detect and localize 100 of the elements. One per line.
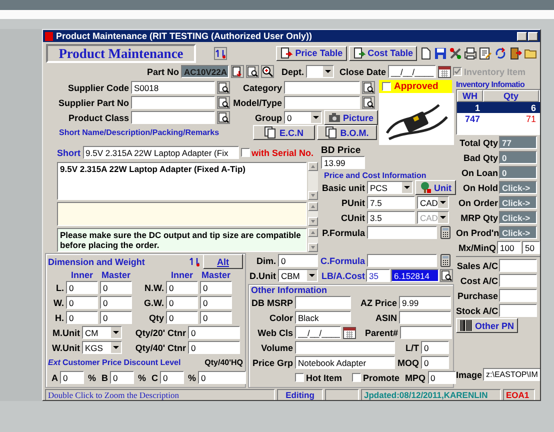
text-field[interactable]: 0 (166, 281, 198, 294)
text-field[interactable] (399, 311, 451, 324)
text-field[interactable]: 3.5 (367, 211, 415, 224)
dropdown-field[interactable]: KGS (82, 341, 122, 354)
text-field[interactable]: 0 (100, 281, 132, 294)
text-field[interactable]: 0 (499, 151, 537, 164)
description-field[interactable]: 9.5V 2.315A 22W Laptop Adapter (Fixed A-Tip) (57, 162, 307, 200)
document-arrow-icon[interactable] (352, 46, 366, 60)
text-field[interactable]: Click-> (499, 226, 537, 239)
refresh-icon[interactable] (494, 46, 507, 60)
text-field[interactable]: 0 (421, 341, 449, 354)
calculator-icon[interactable] (439, 254, 452, 267)
zoom-icon[interactable] (261, 65, 274, 78)
calendar-icon[interactable] (343, 326, 356, 339)
tree-icon[interactable] (419, 181, 432, 194)
checkbox[interactable] (295, 373, 304, 382)
print-icon[interactable] (464, 46, 477, 60)
dropdown-field[interactable] (306, 65, 334, 78)
column-header[interactable]: WH (457, 90, 483, 102)
text-field[interactable]: 0 (66, 296, 98, 309)
scroll-bar[interactable] (308, 162, 318, 200)
document-add-icon[interactable] (231, 65, 244, 78)
checkbox[interactable] (382, 82, 391, 91)
text-field[interactable]: 13.99 (321, 156, 365, 169)
picture-button[interactable]: Picture (324, 110, 378, 125)
text-field[interactable] (367, 254, 437, 267)
text-field[interactable]: Click-> (499, 196, 537, 209)
price-table-button[interactable]: Price Table (276, 46, 347, 60)
search-icon[interactable] (217, 81, 230, 94)
dropdown-field[interactable]: PCS (367, 181, 413, 194)
dropdown-field[interactable]: CBM (278, 269, 318, 282)
search-icon[interactable] (246, 65, 259, 78)
text-field[interactable] (131, 96, 215, 109)
text-field[interactable] (131, 111, 215, 124)
text-field[interactable]: Notebook Adapter (295, 356, 395, 369)
ecn-button[interactable]: E.C.N (253, 125, 315, 140)
table-row[interactable]: 747 71 (457, 113, 540, 124)
text-field[interactable]: 50 (522, 241, 540, 254)
text-field[interactable]: 0 (200, 311, 232, 324)
text-field[interactable]: z:\EASTOP\IM (483, 368, 540, 381)
text-field[interactable]: 0 (110, 371, 134, 384)
text-field[interactable]: 0 (66, 281, 98, 294)
text-field[interactable]: S0018 (131, 81, 215, 94)
text-field[interactable]: __/__/____ (388, 65, 436, 78)
alt-button[interactable]: Alt (203, 254, 243, 269)
text-field[interactable]: 0 (200, 296, 232, 309)
text-field[interactable] (400, 326, 452, 339)
minimize-button[interactable] (517, 32, 527, 40)
edit-icon[interactable] (479, 46, 492, 60)
text-field[interactable]: 0 (278, 254, 318, 267)
remarks-field[interactable]: Please make sure the DC output and tip size are compatible before placing the order. (57, 228, 307, 252)
text-field[interactable]: 7.5 (367, 196, 415, 209)
text-field[interactable]: 77 (499, 136, 537, 149)
scroll-bar[interactable] (308, 202, 318, 226)
text-field[interactable]: 0 (198, 371, 246, 384)
folder-icon[interactable] (524, 46, 537, 60)
maximize-button[interactable] (528, 32, 538, 40)
document-arrow-icon[interactable] (280, 46, 294, 60)
checkbox[interactable] (352, 373, 361, 382)
text-field[interactable]: 0 (188, 326, 240, 339)
text-field[interactable]: 6.152814 (391, 269, 439, 282)
search-icon[interactable] (217, 96, 230, 109)
text-field[interactable]: 0 (421, 356, 449, 369)
scroll-bar[interactable] (308, 228, 318, 252)
text-field[interactable] (284, 81, 360, 94)
dropdown-field[interactable]: 0 (284, 111, 322, 124)
text-field[interactable]: Click-> (499, 211, 537, 224)
text-field[interactable] (499, 289, 537, 302)
text-field[interactable]: Black (295, 311, 351, 324)
search-icon[interactable] (440, 269, 453, 282)
text-area[interactable] (57, 202, 307, 226)
text-field[interactable] (295, 341, 395, 354)
documents-icon[interactable] (325, 126, 338, 139)
text-field[interactable]: Click-> (499, 181, 537, 194)
text-field[interactable]: 0 (166, 296, 198, 309)
dropdown-field[interactable]: CAD (417, 196, 449, 209)
exit-door-icon[interactable] (509, 46, 522, 60)
bom-button[interactable]: B.O.M. (317, 125, 377, 140)
camera-icon[interactable] (328, 111, 341, 124)
documents-icon[interactable] (264, 126, 278, 139)
search-icon[interactable] (362, 96, 375, 109)
save-icon[interactable] (434, 46, 447, 60)
text-field[interactable] (499, 304, 537, 317)
dropdown-field[interactable]: CM (82, 326, 122, 339)
text-field[interactable]: 0 (428, 371, 456, 384)
text-field[interactable]: 0 (200, 281, 232, 294)
text-field[interactable] (367, 226, 437, 239)
text-field[interactable] (284, 96, 360, 109)
new-document-icon[interactable] (419, 46, 432, 60)
search-icon[interactable] (217, 111, 230, 124)
calendar-icon[interactable] (438, 65, 451, 78)
text-field[interactable]: 0 (100, 311, 132, 324)
text-field[interactable] (499, 274, 537, 287)
text-field[interactable]: 0 (499, 166, 537, 179)
text-field[interactable] (499, 259, 537, 272)
text-field[interactable]: 9.5V 2.315A 22W Laptop Adapter (Fix (82, 146, 238, 159)
text-field[interactable]: 0 (60, 371, 84, 384)
table-row[interactable]: 1 6 (457, 102, 540, 113)
text-field[interactable]: 0 (66, 311, 98, 324)
text-field[interactable]: AC10V22A (181, 65, 229, 78)
